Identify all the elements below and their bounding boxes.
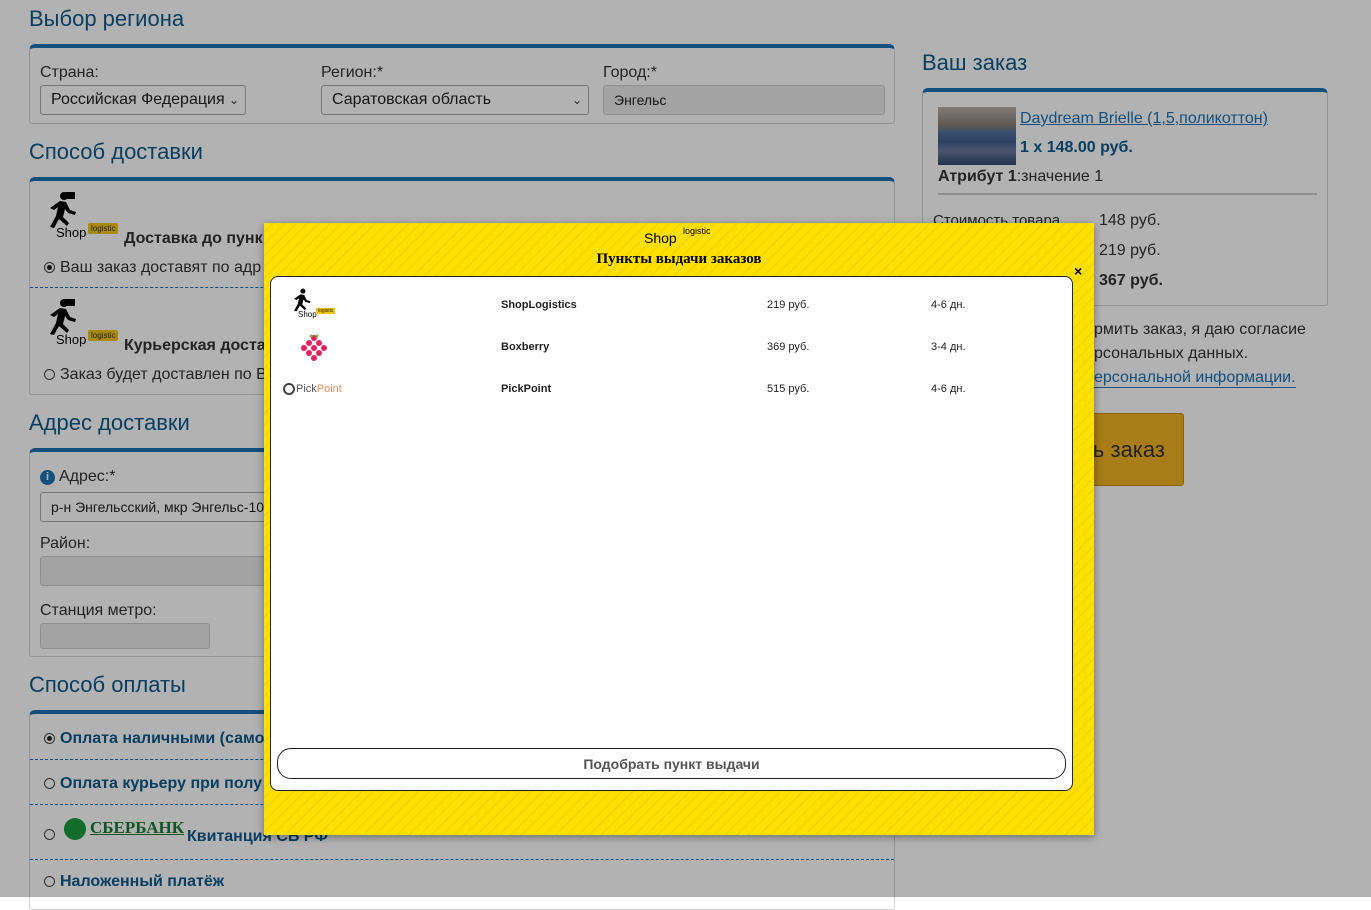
pickup-name: PickPoint: [501, 383, 552, 395]
pickup-days: 4-6 дн.: [931, 299, 966, 311]
pick-point-button[interactable]: Подобрать пункт выдачи: [277, 748, 1066, 779]
pickpoint-logo-text-a: Pick: [296, 383, 317, 395]
modal-logo-sup: logistic: [683, 226, 711, 236]
pickup-name: ShopLogistics: [501, 299, 577, 311]
pickup-price: 515 руб.: [767, 383, 810, 395]
pickpoint-logo-icon: [283, 383, 295, 395]
pickup-list: Shop logistic ShopLogistics 219 руб. 4-6…: [270, 276, 1073, 791]
logistic-badge: logistic: [316, 308, 336, 314]
shop-word: Shop: [298, 310, 317, 319]
pickpoint-logo-text-b: Point: [316, 383, 342, 395]
pickup-row-pickpoint[interactable]: PickPoint PickPoint 515 руб. 4-6 дн.: [271, 368, 1072, 410]
modal-title: Пункты выдачи заказов: [596, 251, 762, 267]
pickup-modal: Shop logistic Пункты выдачи заказов × Sh…: [264, 223, 1094, 835]
pickup-days: 3-4 дн.: [931, 341, 966, 353]
close-icon[interactable]: ×: [1074, 263, 1082, 279]
modal-logo-word: Shop: [644, 230, 677, 246]
pickup-row-boxberry[interactable]: Boxberry 369 руб. 3-4 дн.: [271, 326, 1072, 368]
pickup-price: 219 руб.: [767, 299, 810, 311]
pickup-name: Boxberry: [501, 341, 550, 353]
pickup-row-shoplogistics[interactable]: Shop logistic ShopLogistics 219 руб. 4-6…: [271, 284, 1072, 326]
pickpoint-logo-text: PickPoint: [296, 383, 342, 395]
pickup-days: 4-6 дн.: [931, 383, 966, 395]
boxberry-logo-icon: [301, 334, 327, 361]
pickup-price: 369 руб.: [767, 341, 810, 353]
